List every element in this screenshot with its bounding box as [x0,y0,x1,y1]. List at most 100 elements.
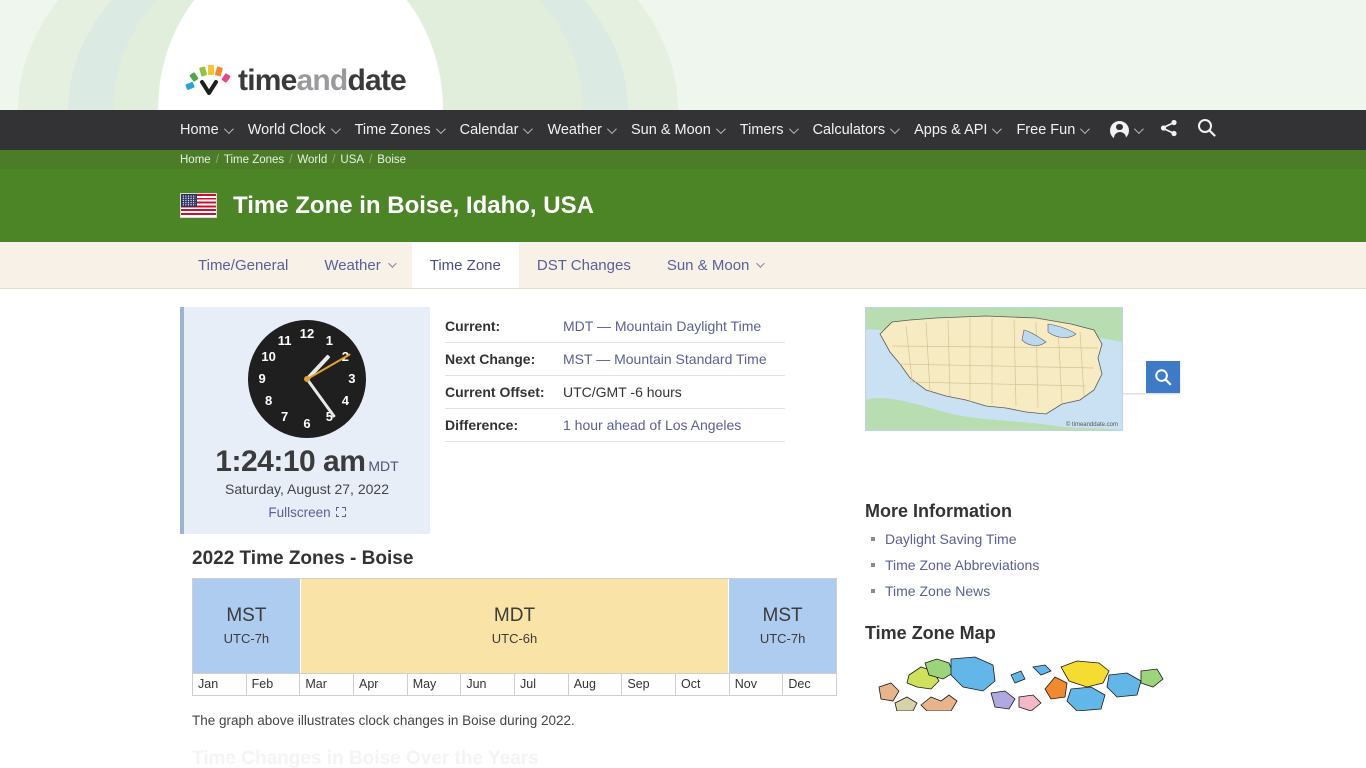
chevron-down-icon [992,123,1003,134]
map-credit: © timeanddate.com [1066,421,1118,428]
axis-tick: Jun [461,673,516,695]
axis-tick: Oct [676,673,730,695]
clock-numeral: 6 [303,415,311,431]
segment-offset: UTC-7h [223,631,270,646]
list-item: Time Zone News [871,583,1165,599]
more-information-heading: More Information [865,501,1012,521]
site-logo[interactable]: timeanddate [185,61,407,101]
clock-numeral: 8 [265,393,273,409]
axis-tick: Nov [730,673,784,695]
more-information-list: Daylight Saving Time Time Zone Abbreviat… [865,531,1165,599]
axis-tick: Aug [569,673,623,695]
current-timezone-link[interactable]: MDT — Mountain Daylight Time [563,318,761,334]
nav-item-time-zones[interactable]: Time Zones [355,122,446,138]
link-daylight-saving-time[interactable]: Daylight Saving Time [885,531,1017,547]
content-column: 12 1 2 3 4 5 6 7 8 9 10 11 [180,307,840,768]
nav-label: Apps & API [914,122,988,138]
current-time-value: 1:24:10 am [215,445,366,478]
breadcrumb-separator: / [215,153,219,166]
logo-and: and [296,64,349,97]
table-row: Next Change: MST — Mountain Standard Tim… [445,343,785,376]
chevron-down-icon [223,123,234,134]
list-item: Daylight Saving Time [871,531,1165,547]
breadcrumb-separator: / [369,153,373,166]
expand-icon [335,507,346,517]
tab-label: Weather [324,256,381,274]
row-value: MST — Mountain Standard Time [563,343,785,376]
sidebar: © timeanddate.com More Information Dayli… [865,307,1165,768]
nav-label: World Clock [247,122,326,138]
chevron-down-icon [756,259,766,268]
nav-item-free-fun[interactable]: Free Fun [1016,122,1091,138]
clock-numeral: 9 [258,371,266,386]
link-time-zone-news[interactable]: Time Zone News [885,583,990,599]
row-label: Next Change: [445,351,536,367]
chart-segment-mdt: MDT UTC-6h [300,578,730,673]
logo-time: time [238,64,297,97]
breadcrumb-item-boise[interactable]: Boise [377,154,406,166]
segment-offset: UTC-7h [759,631,806,646]
share-icon[interactable] [1159,118,1179,143]
analog-clock: 12 1 2 3 4 5 6 7 8 9 10 11 [248,320,366,438]
time-zone-map-heading: Time Zone Map [865,623,996,643]
page-title: Time Zone in Boise, Idaho, USA [233,191,594,219]
link-time-zone-abbreviations[interactable]: Time Zone Abbreviations [885,557,1039,573]
nav-item-weather[interactable]: Weather [547,122,617,138]
chart-month-axis: Jan Feb Mar Apr May Jun Jul Aug Sep Oct … [192,672,837,696]
segment-abbr: MDT [493,605,536,626]
graph-note: The graph above illustrates clock change… [192,712,575,728]
site-banner: timeanddate [0,0,1366,110]
logo-date: date [347,64,406,97]
chart-title: 2022 Time Zones - Boise [192,547,414,569]
current-date: Saturday, August 27, 2022 [225,480,389,497]
chevron-down-icon [435,123,446,134]
clock-center-pin [304,376,310,382]
tab-label: Sun & Moon [666,256,750,274]
axis-tick: Apr [354,673,408,695]
timeanddate-sunburst-icon [185,64,233,98]
breadcrumb-separator: / [332,153,336,166]
chevron-down-icon [330,123,341,134]
site-logo-text: timeanddate [238,64,407,97]
nav-item-world-clock[interactable]: World Clock [247,122,341,138]
tab-sun-moon[interactable]: Sun & Moon [649,242,781,288]
nav-item-calendar[interactable]: Calendar [460,122,534,138]
breadcrumb-item-world[interactable]: World [297,154,327,166]
tab-time-general[interactable]: Time/General [180,242,306,288]
nav-item-home[interactable]: Home [180,122,234,138]
chevron-down-icon [1080,123,1091,134]
clock-numeral: 7 [280,409,289,425]
nav-label: Sun & Moon [630,122,711,138]
nav-item-timers[interactable]: Timers [740,122,799,138]
axis-tick: May [408,673,462,695]
tab-weather[interactable]: Weather [306,242,411,288]
nav-item-sun-moon[interactable]: Sun & Moon [630,122,726,138]
account-menu[interactable] [1110,120,1145,140]
clock-numeral: 1 [325,332,334,348]
nav-item-calculators[interactable]: Calculators [813,122,900,138]
row-label: Current Offset: [445,384,545,400]
clock-numeral: 4 [341,393,349,409]
main-navigation: Home World Clock Time Zones Calendar Wea… [0,110,1366,150]
chevron-down-icon [890,123,900,134]
breadcrumb-item-home[interactable]: Home [180,154,211,166]
row-value: UTC/GMT -6 hours [563,384,682,400]
breadcrumb-item-usa[interactable]: USA [340,154,364,166]
section-tabs: Time/General Weather Time Zone DST Chang… [0,242,1366,289]
breadcrumb-item-time-zones[interactable]: Time Zones [224,154,284,166]
chevron-down-icon [788,123,799,134]
list-item: Time Zone Abbreviations [871,557,1165,573]
difference-link[interactable]: 1 hour ahead of Los Angeles [563,417,741,433]
nav-icon-group [1110,118,1216,143]
segment-offset: UTC-6h [491,631,538,646]
breadcrumb: Home / Time Zones / World / USA / Boise [0,150,1366,169]
tab-dst-changes[interactable]: DST Changes [519,242,649,288]
search-icon[interactable] [1197,118,1216,142]
tab-time-zone[interactable]: Time Zone [411,242,519,288]
fullscreen-button[interactable]: Fullscreen [268,505,346,520]
timezone-chart: MST UTC-7h MDT UTC-6h MST UTC-7h Jan Feb [192,577,837,696]
nav-item-apps-api[interactable]: Apps & API [914,122,1003,138]
world-time-zone-map[interactable] [865,653,1165,711]
next-change-link[interactable]: MST — Mountain Standard Time [563,351,767,367]
usa-locator-map[interactable]: © timeanddate.com [865,307,1123,431]
